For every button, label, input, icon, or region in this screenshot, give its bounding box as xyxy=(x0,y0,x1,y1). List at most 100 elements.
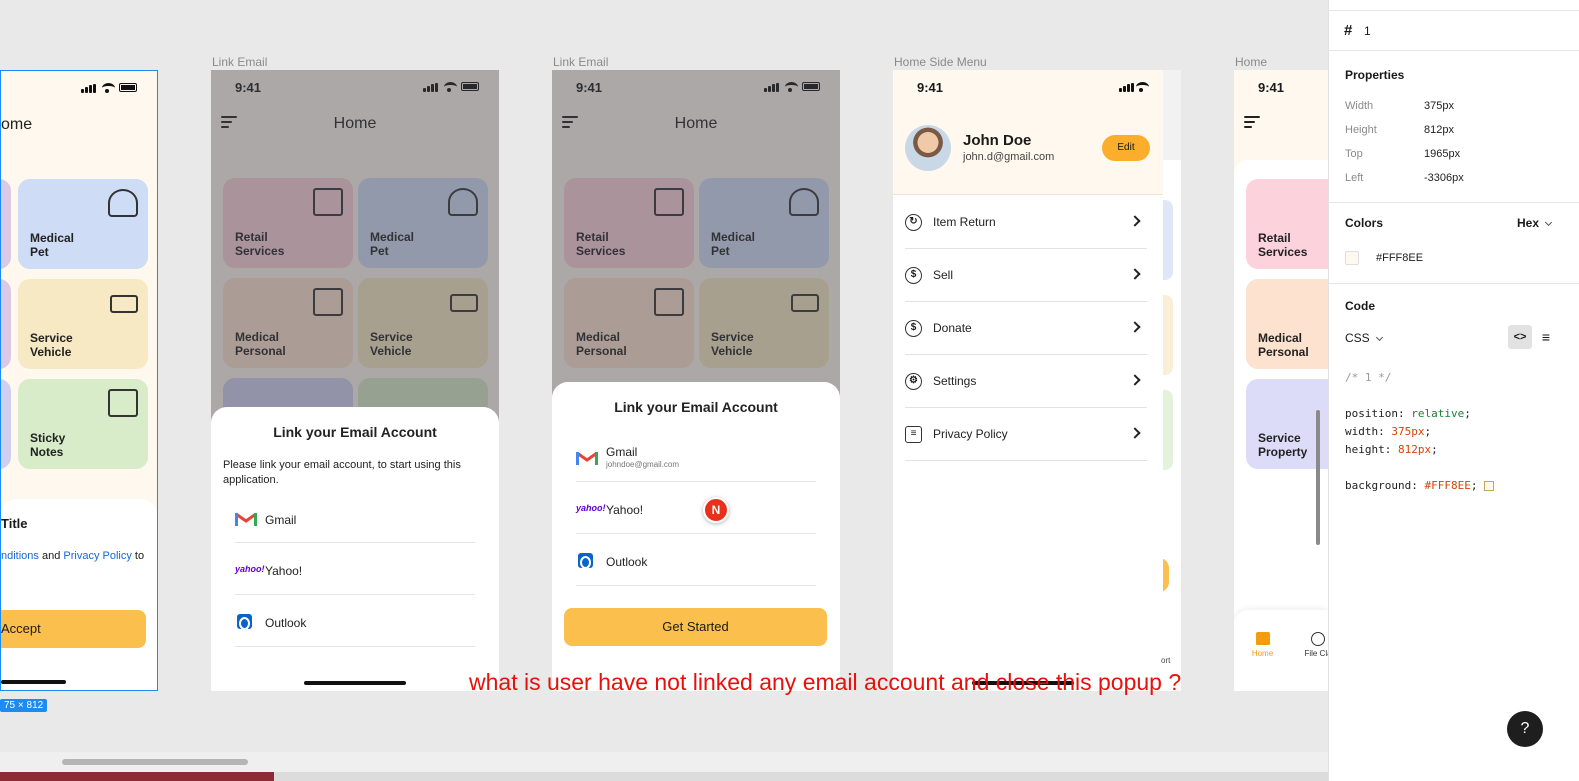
nav-home[interactable]: Home xyxy=(1240,632,1285,658)
nav-file-claim[interactable]: File Cla xyxy=(1298,632,1328,658)
user-email: john.d@gmail.com xyxy=(963,151,1055,163)
outlook-option[interactable]: Outlook xyxy=(235,595,475,647)
tile-retail-services[interactable]: Retail Services xyxy=(1246,179,1328,269)
prop-width-label: Width xyxy=(1345,100,1374,112)
frame-label[interactable]: Home Side Menu xyxy=(894,55,987,69)
text-align-icon[interactable]: ≡ xyxy=(1537,325,1555,349)
frame-home-side-menu[interactable]: 9:41 John Doe john.d@gmail.com Edit ↻ It… xyxy=(893,70,1181,691)
gear-icon: ⚙ xyxy=(905,373,922,390)
frame-link-email-2[interactable]: 9:41 Home Retail Services Medical Pet Me… xyxy=(552,70,840,691)
chevron-right-icon xyxy=(1129,427,1141,439)
frame-terms-selected[interactable]: ome Medical Pet Service Vehicle Sticky N… xyxy=(0,70,158,691)
chevron-right-icon xyxy=(1129,215,1141,227)
wifi-icon xyxy=(1136,82,1149,92)
menu-item-sell[interactable]: $ Sell xyxy=(905,249,1147,302)
color-value[interactable]: #FFF8EE xyxy=(1376,252,1423,264)
code-title: Code xyxy=(1345,299,1375,313)
truck-icon xyxy=(110,295,138,313)
color-swatch[interactable] xyxy=(1345,251,1359,265)
edit-button[interactable]: Edit xyxy=(1102,135,1150,161)
tile-medical-personal[interactable]: Medical Personal xyxy=(1246,279,1328,369)
frame-size-badge: 75 × 812 xyxy=(0,699,48,712)
prop-height-value[interactable]: 812px xyxy=(1424,124,1454,136)
tile-label: Service Property xyxy=(1258,431,1308,459)
chevron-right-icon xyxy=(1129,374,1141,386)
page-title: ome xyxy=(1,116,33,133)
code-line-position: position: relative; xyxy=(1345,407,1471,420)
sheet-title: Link your Email Account xyxy=(273,424,437,440)
battery-icon xyxy=(119,83,137,92)
tile-sticky-notes[interactable]: Sticky Notes xyxy=(18,379,148,469)
terms-text: nditions and Privacy Policy to xyxy=(1,550,145,562)
frame-home[interactable]: 9:41 Retail Services Medical Personal Se… xyxy=(1234,70,1328,691)
code-language-dropdown[interactable]: CSS xyxy=(1345,331,1384,345)
colors-title: Colors xyxy=(1345,216,1384,230)
inline-color-swatch[interactable] xyxy=(1484,481,1495,491)
prop-height-label: Height xyxy=(1345,124,1377,136)
menu-icon[interactable] xyxy=(1244,116,1260,128)
tile-partial-left xyxy=(1,279,11,369)
menu-item-settings[interactable]: ⚙ Settings xyxy=(905,355,1147,408)
menu-item-return[interactable]: ↻ Item Return xyxy=(905,196,1147,249)
document-icon: ≡ xyxy=(905,426,922,443)
code-line-height: height: 812px; xyxy=(1345,443,1438,456)
get-started-button[interactable]: Get Started xyxy=(564,608,827,646)
prop-top-value[interactable]: 1965px xyxy=(1424,148,1460,160)
side-menu-drawer: 9:41 John Doe john.d@gmail.com Edit ↻ It… xyxy=(893,70,1163,691)
tile-partial-left xyxy=(1,379,11,469)
layer-name: 1 xyxy=(1364,24,1371,38)
menu-item-privacy-policy[interactable]: ≡ Privacy Policy xyxy=(905,408,1147,461)
dollar-icon: $ xyxy=(905,320,922,337)
signal-icon xyxy=(1119,83,1134,92)
gmail-option[interactable]: Gmail johndoe@gmail.com xyxy=(576,430,816,482)
tile-label: Medical Pet xyxy=(30,231,75,259)
design-canvas[interactable]: ome Medical Pet Service Vehicle Sticky N… xyxy=(0,0,1328,781)
code-view-icon[interactable]: <> xyxy=(1508,325,1532,349)
yahoo-option[interactable]: yahoo! Yahoo! xyxy=(576,482,816,534)
accept-button[interactable]: Accept xyxy=(1,610,146,648)
frame-label[interactable]: Link Email xyxy=(212,55,267,69)
tile-label: Sticky Notes xyxy=(30,431,66,459)
gmail-icon xyxy=(235,512,257,526)
yahoo-option[interactable]: yahoo! Yahoo! xyxy=(235,543,475,595)
nav-file-claim-label: File Cla xyxy=(1304,649,1328,658)
tile-partial-left xyxy=(1,179,11,269)
outlook-option[interactable]: Outlook xyxy=(576,534,816,586)
drawer-header: 9:41 John Doe john.d@gmail.com Edit xyxy=(893,70,1163,195)
scrollbar[interactable] xyxy=(1316,410,1320,545)
frame-hash-icon: # xyxy=(1344,22,1353,39)
prop-top-label: Top xyxy=(1345,148,1363,160)
inspector-panel: # 1 Properties Width 375px Height 812px … xyxy=(1328,0,1579,781)
link-email-sheet: Link your Email Account Gmail johndoe@gm… xyxy=(552,382,840,691)
privacy-link[interactable]: Privacy Policy xyxy=(63,550,131,562)
tile-service-vehicle[interactable]: Service Vehicle xyxy=(18,279,148,369)
code-line-width: width: 375px; xyxy=(1345,425,1432,438)
dollar-icon: $ xyxy=(905,267,922,284)
bottom-nav: Home File Cla xyxy=(1234,610,1328,691)
gmail-email: johndoe@gmail.com xyxy=(606,460,680,469)
canvas-horizontal-scrollbar[interactable] xyxy=(62,759,248,765)
code-comment: /* 1 */ xyxy=(1345,371,1392,384)
gmail-icon xyxy=(576,451,598,465)
terms-link[interactable]: nditions xyxy=(1,550,39,562)
gmail-option[interactable]: Gmail xyxy=(235,503,475,543)
avatar[interactable] xyxy=(905,125,951,171)
home-indicator xyxy=(1,680,66,684)
frame-label[interactable]: Link Email xyxy=(553,55,608,69)
tile-medical-pet[interactable]: Medical Pet xyxy=(18,179,148,269)
code-line-background: background: #FFF8EE; xyxy=(1345,479,1495,492)
chevron-right-icon xyxy=(1129,268,1141,280)
tile-label: Service Vehicle xyxy=(30,331,73,359)
nav-home-label: Home xyxy=(1251,649,1274,658)
color-format-dropdown[interactable]: Hex xyxy=(1517,216,1553,230)
frame-label[interactable]: Home xyxy=(1235,55,1267,69)
cursor-avatar: N xyxy=(703,497,729,523)
prop-left-value[interactable]: -3306px xyxy=(1424,172,1464,184)
help-button[interactable]: ? xyxy=(1507,711,1543,747)
outlook-icon xyxy=(237,614,252,630)
menu-item-donate[interactable]: $ Donate xyxy=(905,302,1147,355)
chevron-right-icon xyxy=(1129,321,1141,333)
frame-link-email-1[interactable]: 9:41 Home Retail Services Medical Pet Me… xyxy=(211,70,499,691)
sheet-description: Please link your email account, to start… xyxy=(223,459,461,486)
prop-width-value[interactable]: 375px xyxy=(1424,100,1454,112)
